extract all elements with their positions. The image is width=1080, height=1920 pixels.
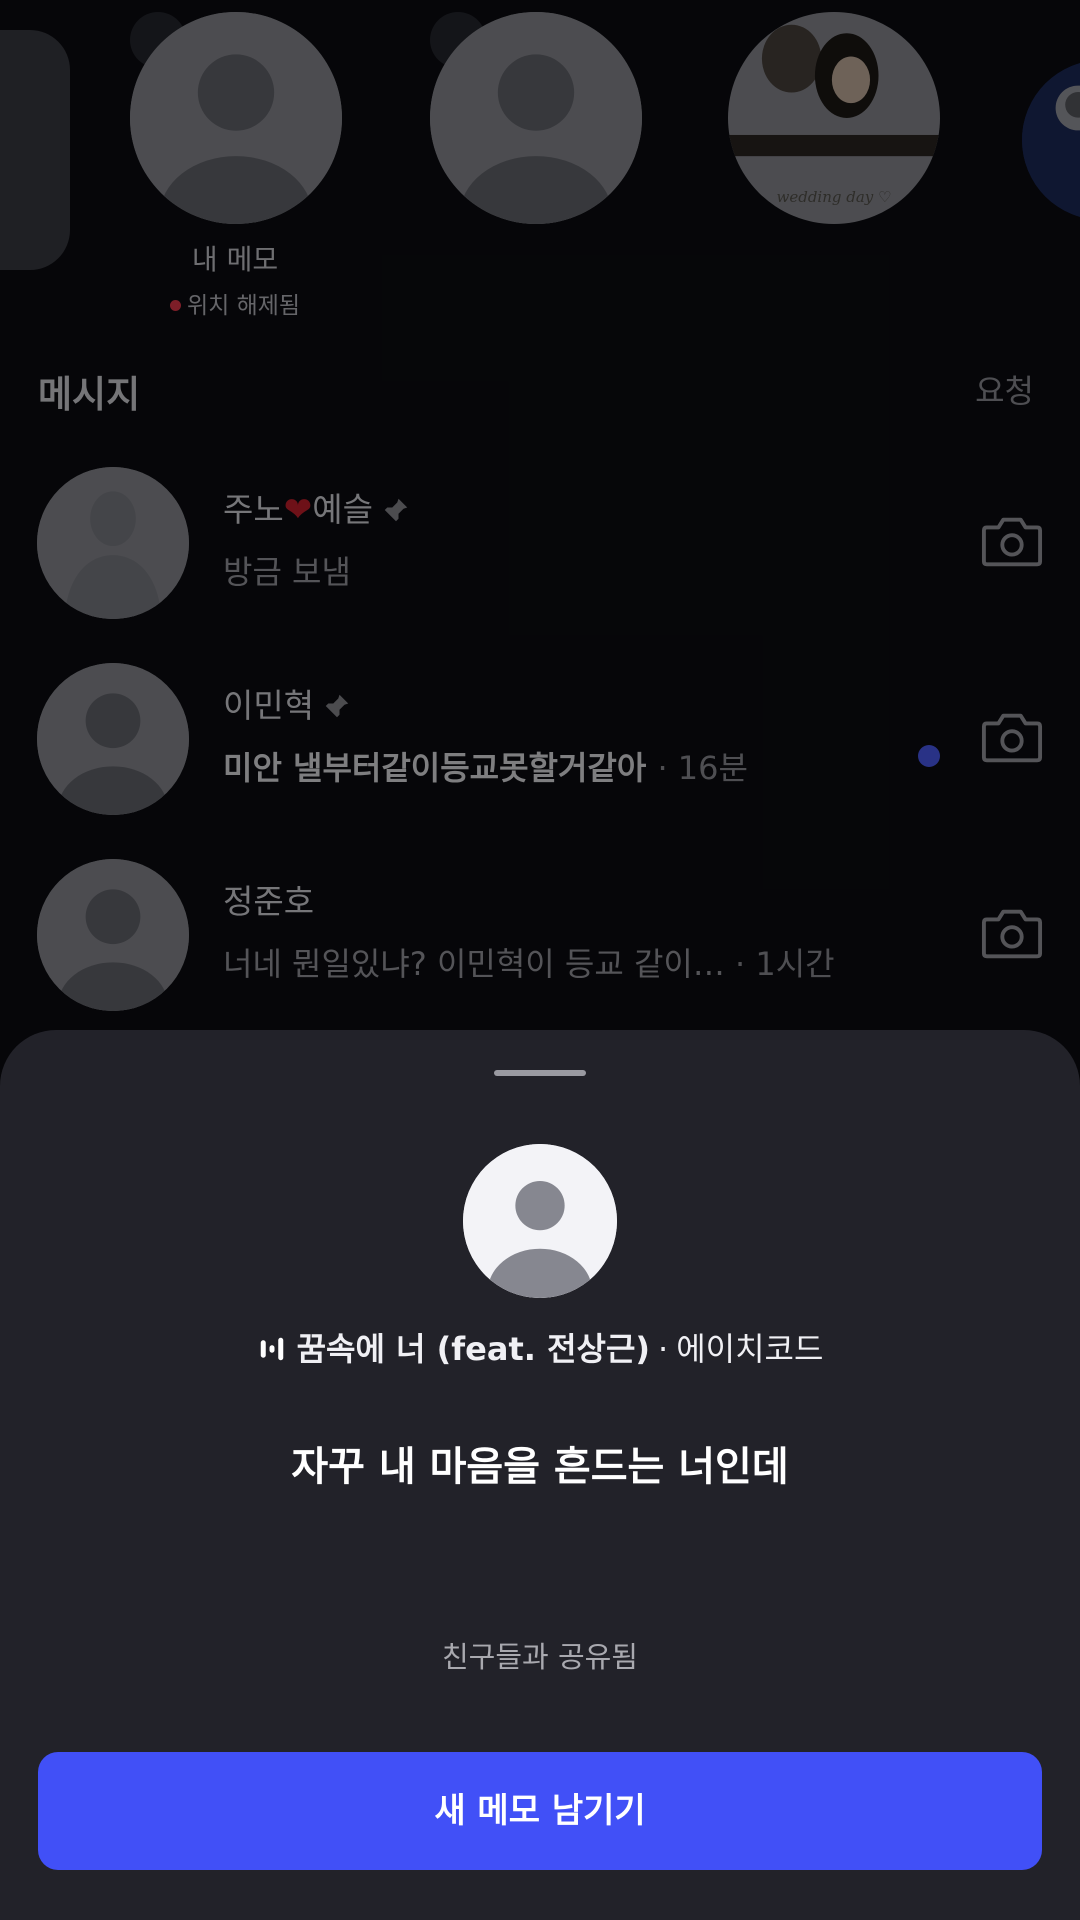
note-text: 자꾸 내 마음을 흔드는 너인데 (291, 1444, 789, 1490)
sheet-avatar (463, 1144, 617, 1298)
shared-status: 친구들과 공유됨 (442, 1640, 638, 1674)
music-info[interactable]: 꿈속에 너 (feat. 전상근) · 에이치코드 (0, 1324, 1080, 1370)
note-bottom-sheet: 꿈속에 너 (feat. 전상근) · 에이치코드 자꾸 내 마음을 흔드는 너인데… (0, 1030, 1080, 1920)
separator: · (658, 1330, 669, 1368)
artist-name: 에이치코드 (676, 1330, 824, 1368)
new-note-button[interactable]: 새 메모 남기기 (38, 1752, 1042, 1870)
avatar-placeholder-icon (463, 1144, 617, 1298)
equalizer-icon (260, 1337, 283, 1361)
screen: 내 메모 위치 해제됨 wedding day ♡ 메시지 요청 주노❤예슬 방… (0, 0, 1080, 1920)
sheet-grabber[interactable] (494, 1070, 586, 1076)
song-title: 꿈속에 너 (feat. 전상근) (296, 1330, 651, 1368)
